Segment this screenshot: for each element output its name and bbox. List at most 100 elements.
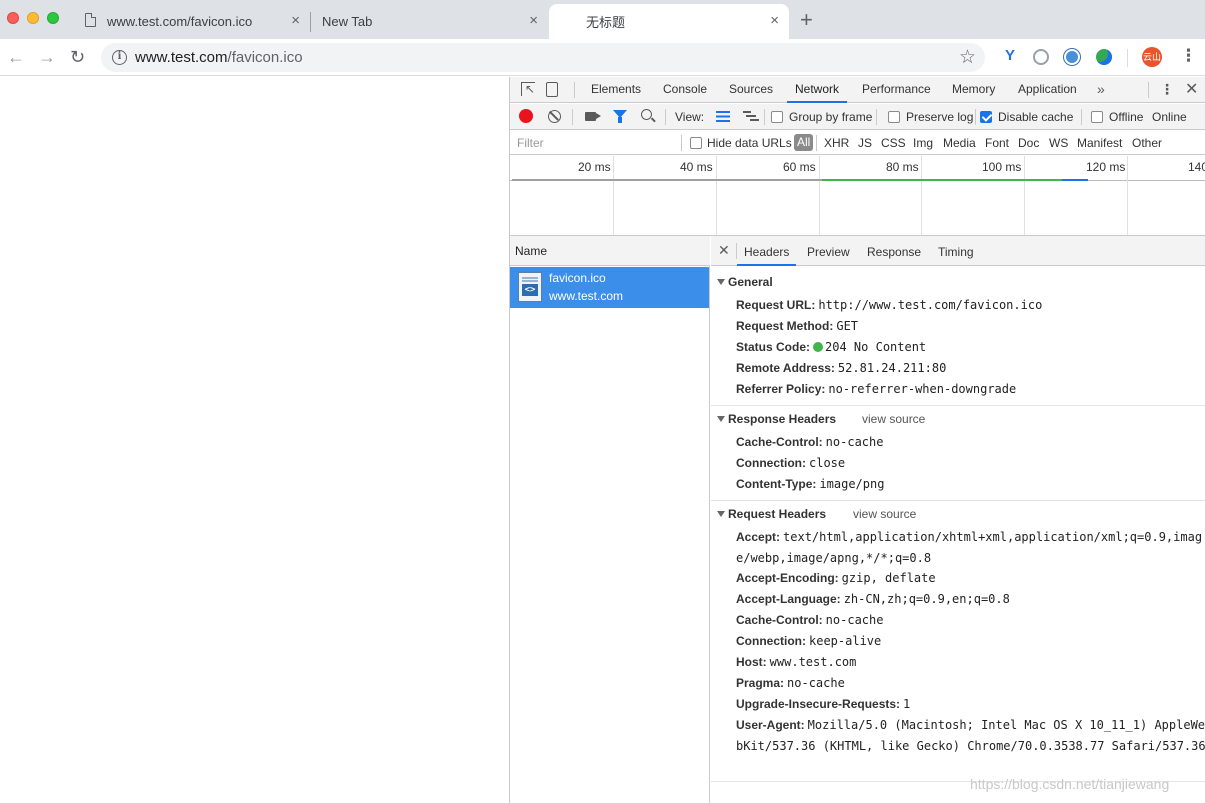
browser-tab-new-tab[interactable]: New Tab × xyxy=(311,4,548,39)
hide-data-urls-checkbox[interactable] xyxy=(690,137,702,149)
filter-bar: Hide data URLs All XHR JS CSS Img Media … xyxy=(510,131,1205,155)
offline-label: Offline xyxy=(1109,110,1144,124)
throttling-select[interactable]: Online xyxy=(1152,110,1187,124)
tab-console[interactable]: Console xyxy=(663,77,707,103)
preserve-log-checkbox[interactable] xyxy=(888,111,900,123)
screenshot-camera-icon[interactable] xyxy=(585,112,601,121)
request-view-source-link[interactable]: view source xyxy=(853,507,916,521)
overview-tick-label: 60 ms xyxy=(783,160,816,174)
browser-menu-icon[interactable]: ⋮ xyxy=(1180,47,1197,65)
browser-tab-untitled[interactable]: 无标题 × xyxy=(549,4,789,39)
extension-y-icon[interactable]: Y xyxy=(1002,48,1018,64)
address-bar[interactable]: i www.test.com/favicon.ico ☆ xyxy=(101,43,985,72)
tab-title: 无标题 xyxy=(586,15,626,30)
tab-close-icon[interactable]: × xyxy=(770,13,779,29)
extension-globe-icon[interactable] xyxy=(1064,49,1080,65)
reload-button[interactable]: ↻ xyxy=(70,47,85,67)
overview-waterfall-icon[interactable] xyxy=(743,111,759,122)
tab-application[interactable]: Application xyxy=(1018,77,1077,103)
name-column-header[interactable]: Name xyxy=(510,236,710,266)
disable-cache-label: Disable cache xyxy=(998,110,1074,124)
tab-elements[interactable]: Elements xyxy=(591,77,641,103)
tab-timing[interactable]: Timing xyxy=(938,236,974,266)
header-row: Connection: keep-alive xyxy=(736,634,882,648)
tab-memory[interactable]: Memory xyxy=(952,77,995,103)
offline-checkbox[interactable] xyxy=(1091,111,1103,123)
tab-network[interactable]: Network xyxy=(787,77,848,103)
devtools-close-icon[interactable]: ✕ xyxy=(1185,79,1198,99)
overview-gridline xyxy=(613,156,614,235)
tab-performance[interactable]: Performance xyxy=(862,77,931,103)
clear-icon[interactable] xyxy=(548,110,561,123)
tab-response[interactable]: Response xyxy=(867,236,921,266)
type-filter-img[interactable]: Img xyxy=(913,136,933,150)
browser-tab-favicon[interactable]: www.test.com/favicon.ico × xyxy=(75,4,310,39)
type-filter-xhr[interactable]: XHR xyxy=(824,136,849,150)
overview-waiting-bar xyxy=(512,179,822,181)
back-button[interactable]: ← xyxy=(7,47,25,67)
info-icon[interactable]: i xyxy=(112,50,127,65)
section-divider xyxy=(711,405,1205,406)
extension-earth-icon[interactable] xyxy=(1096,49,1112,65)
tab-preview[interactable]: Preview xyxy=(807,236,850,266)
profile-avatar[interactable]: 云山 xyxy=(1142,47,1162,67)
inspect-element-icon[interactable] xyxy=(521,82,535,96)
header-row: Pragma: no-cache xyxy=(736,676,845,690)
tab-divider xyxy=(1148,82,1149,98)
details-close-icon[interactable]: ✕ xyxy=(718,242,730,259)
header-row: Host: www.test.com xyxy=(736,655,857,669)
new-tab-button[interactable]: + xyxy=(800,9,813,31)
devtools-menu-icon[interactable]: ⋮ xyxy=(1160,81,1174,98)
response-headers-toggle[interactable]: Response Headers xyxy=(717,412,836,426)
overview-gridline xyxy=(819,156,820,235)
extension-refresh-icon[interactable] xyxy=(1033,49,1049,65)
bookmark-star-icon[interactable]: ☆ xyxy=(959,46,976,69)
more-tabs-icon[interactable]: » xyxy=(1097,81,1105,97)
group-by-frame-checkbox[interactable] xyxy=(771,111,783,123)
window-minimize-button[interactable] xyxy=(27,12,39,24)
overview-gridline xyxy=(921,156,922,235)
request-row[interactable]: favicon.ico www.test.com xyxy=(510,267,709,308)
type-filter-manifest[interactable]: Manifest xyxy=(1077,136,1122,150)
type-filter-other[interactable]: Other xyxy=(1132,136,1162,150)
response-view-source-link[interactable]: view source xyxy=(862,412,925,426)
window-close-button[interactable] xyxy=(7,12,19,24)
toolbar-divider xyxy=(1081,109,1082,125)
url-text[interactable]: www.test.com/favicon.ico xyxy=(135,49,303,66)
header-row: Remote Address: 52.81.24.211:80 xyxy=(736,361,947,375)
general-section-toggle[interactable]: General xyxy=(717,275,773,289)
collapse-triangle-icon xyxy=(717,279,725,285)
overview-tick-label: 20 ms xyxy=(578,160,611,174)
device-toolbar-icon[interactable] xyxy=(546,82,558,97)
large-rows-icon[interactable] xyxy=(716,111,730,122)
tab-sources[interactable]: Sources xyxy=(729,77,773,103)
search-icon[interactable] xyxy=(641,109,652,120)
overview-load-bar xyxy=(1062,179,1088,181)
document-icon xyxy=(85,13,96,27)
tab-close-icon[interactable]: × xyxy=(291,13,300,29)
type-filter-ws[interactable]: WS xyxy=(1049,136,1068,150)
filter-icon[interactable] xyxy=(613,110,627,123)
type-filter-all[interactable]: All xyxy=(794,134,814,151)
record-button[interactable] xyxy=(519,109,533,123)
hide-data-urls-label: Hide data URLs xyxy=(707,136,792,150)
tab-headers[interactable]: Headers xyxy=(737,236,797,266)
overview-gridline xyxy=(1127,156,1128,235)
forward-button[interactable]: → xyxy=(38,47,56,67)
toolbar-divider xyxy=(876,109,877,125)
details-tabbar: ✕ Headers Preview Response Timing xyxy=(711,236,1205,266)
request-headers-toggle[interactable]: Request Headers xyxy=(717,507,826,521)
type-filter-css[interactable]: CSS xyxy=(881,136,906,150)
browser-toolbar: ← → ↻ i www.test.com/favicon.ico ☆ Y 云山 … xyxy=(0,39,1205,76)
tab-close-icon[interactable]: × xyxy=(529,13,538,29)
type-filter-font[interactable]: Font xyxy=(985,136,1009,150)
network-overview[interactable]: 20 ms 40 ms 60 ms 80 ms 100 ms 120 ms 14… xyxy=(510,156,1205,236)
status-ok-icon xyxy=(813,342,824,352)
type-filter-doc[interactable]: Doc xyxy=(1018,136,1039,150)
filter-input[interactable] xyxy=(513,133,677,152)
header-row: Content-Type: image/png xyxy=(736,477,885,491)
disable-cache-checkbox[interactable] xyxy=(980,111,992,123)
type-filter-js[interactable]: JS xyxy=(858,136,872,150)
type-filter-media[interactable]: Media xyxy=(943,136,976,150)
window-zoom-button[interactable] xyxy=(47,12,59,24)
